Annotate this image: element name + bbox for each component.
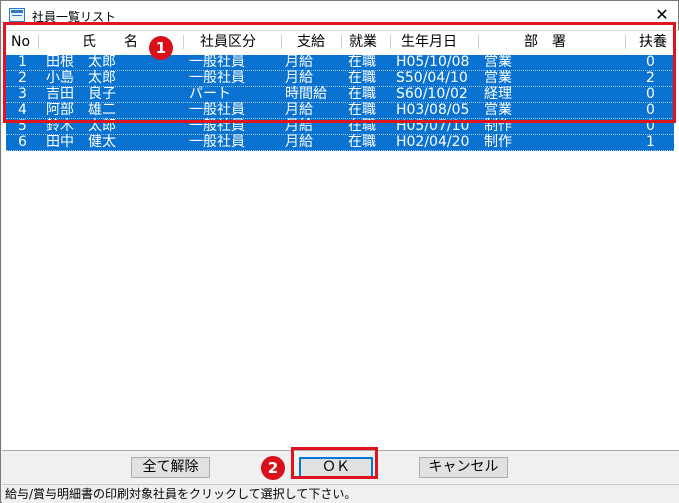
table-row[interactable]: 6 田中 健太 一般社員 月給 在職 H02/04/20 制作 1: [6, 134, 674, 151]
callout-badge-2: 2: [261, 456, 285, 480]
cell-birthdate: H05/07/10: [396, 118, 470, 134]
cell-birthdate: H02/04/20: [396, 134, 470, 150]
table-row[interactable]: 2 小島 太郎 一般社員 月給 在職 S50/04/10 営業 2: [6, 70, 674, 87]
column-separator: [625, 35, 626, 49]
column-header-pay: 支給: [297, 34, 325, 50]
cell-category: 一般社員: [189, 118, 245, 134]
employee-list[interactable]: No 氏 名 社員区分 支給 就業 生年月日 部 署 扶養 1 田根 太郎 一般社員…: [2, 30, 679, 450]
cell-category: パート: [189, 86, 231, 102]
cell-employment: 在職: [348, 118, 376, 134]
cancel-button[interactable]: キャンセル: [419, 457, 508, 478]
employee-list-dialog: 社員一覧リスト ✕ No 氏 名 社員区分 支給 就業 生年月日 部 署 扶養 …: [0, 0, 679, 503]
cell-category: 一般社員: [189, 70, 245, 86]
cell-dependents: 0: [646, 54, 655, 70]
column-header-no: No: [11, 34, 31, 50]
column-header-name: 氏 名: [82, 34, 138, 50]
cell-department: 経理: [484, 86, 512, 102]
column-header-department: 部 署: [524, 34, 566, 50]
window-title: 社員一覧リスト: [32, 10, 117, 24]
cell-no: 5: [18, 118, 27, 134]
cell-name: 鈴木 太郎: [46, 118, 116, 134]
cell-department: 営業: [484, 70, 512, 86]
cell-birthdate: S50/04/10: [396, 70, 468, 86]
column-separator: [183, 35, 184, 49]
clear-all-button[interactable]: 全て解除: [131, 457, 210, 478]
cell-pay: 月給: [285, 54, 313, 70]
cell-employment: 在職: [348, 134, 376, 150]
status-bar: 給与/賞与明細書の印刷対象社員をクリックして選択して下さい。: [2, 484, 679, 503]
ok-button[interactable]: ＯＫ: [299, 457, 373, 478]
column-header-employment: 就業: [349, 34, 377, 50]
table-row[interactable]: 1 田根 太郎 一般社員 月給 在職 H05/10/08 営業 0: [6, 54, 674, 71]
cell-category: 一般社員: [189, 102, 245, 118]
column-separator: [390, 35, 391, 49]
table-row[interactable]: 5 鈴木 太郎 一般社員 月給 在職 H05/07/10 制作 0: [6, 118, 674, 135]
cell-no: 3: [18, 86, 27, 102]
column-separator: [478, 35, 479, 49]
cell-dependents: 1: [646, 134, 655, 150]
cell-department: 制作: [484, 134, 512, 150]
cell-department: 営業: [484, 102, 512, 118]
row-divider: [6, 150, 674, 151]
cell-employment: 在職: [348, 54, 376, 70]
column-separator: [38, 35, 39, 49]
employee-rows: 1 田根 太郎 一般社員 月給 在職 H05/10/08 営業 0 2 小島 太郎 一般社員 月給 在職…: [6, 55, 674, 151]
cell-dependents: 0: [646, 102, 655, 118]
title-bar: 社員一覧リスト ✕: [1, 1, 678, 30]
status-message: 給与/賞与明細書の印刷対象社員をクリックして選択して下さい。: [5, 487, 357, 501]
cell-dependents: 2: [646, 70, 655, 86]
cell-pay: 月給: [285, 134, 313, 150]
cell-pay: 月給: [285, 70, 313, 86]
cell-employment: 在職: [348, 102, 376, 118]
cell-dependents: 0: [646, 118, 655, 134]
cell-pay: 時間給: [285, 86, 327, 102]
cell-pay: 月給: [285, 118, 313, 134]
cell-birthdate: H05/10/08: [396, 54, 470, 70]
column-separator: [281, 35, 282, 49]
cell-pay: 月給: [285, 102, 313, 118]
callout-badge-1: 1: [149, 36, 173, 60]
cell-name: 田根 太郎: [46, 54, 116, 70]
column-header-birthdate: 生年月日: [401, 34, 457, 50]
column-header-dependents: 扶養: [639, 34, 667, 50]
cell-no: 4: [18, 102, 27, 118]
cell-department: 営業: [484, 54, 512, 70]
cell-employment: 在職: [348, 86, 376, 102]
column-separator: [341, 35, 342, 49]
cell-birthdate: H03/08/05: [396, 102, 470, 118]
cell-name: 阿部 雄二: [46, 102, 116, 118]
cell-name: 田中 健太: [46, 134, 116, 150]
cell-no: 6: [18, 134, 27, 150]
cell-no: 2: [18, 70, 27, 86]
table-row[interactable]: 3 吉田 良子 パート 時間給 在職 S60/10/02 経理 0: [6, 86, 674, 103]
column-header-category: 社員区分: [200, 34, 256, 50]
cell-department: 制作: [484, 118, 512, 134]
cell-no: 1: [18, 54, 27, 70]
list-header: No 氏 名 社員区分 支給 就業 生年月日 部 署 扶養: [2, 31, 679, 53]
cell-birthdate: S60/10/02: [396, 86, 468, 102]
cell-name: 小島 太郎: [46, 70, 116, 86]
button-bar: 全て解除 ＯＫ キャンセル: [2, 450, 679, 484]
app-list-icon: [9, 8, 25, 22]
close-icon[interactable]: ✕: [652, 4, 672, 26]
cell-dependents: 0: [646, 86, 655, 102]
cell-name: 吉田 良子: [46, 86, 116, 102]
cell-category: 一般社員: [189, 54, 245, 70]
table-row[interactable]: 4 阿部 雄二 一般社員 月給 在職 H03/08/05 営業 0: [6, 102, 674, 119]
cell-category: 一般社員: [189, 134, 245, 150]
cell-employment: 在職: [348, 70, 376, 86]
